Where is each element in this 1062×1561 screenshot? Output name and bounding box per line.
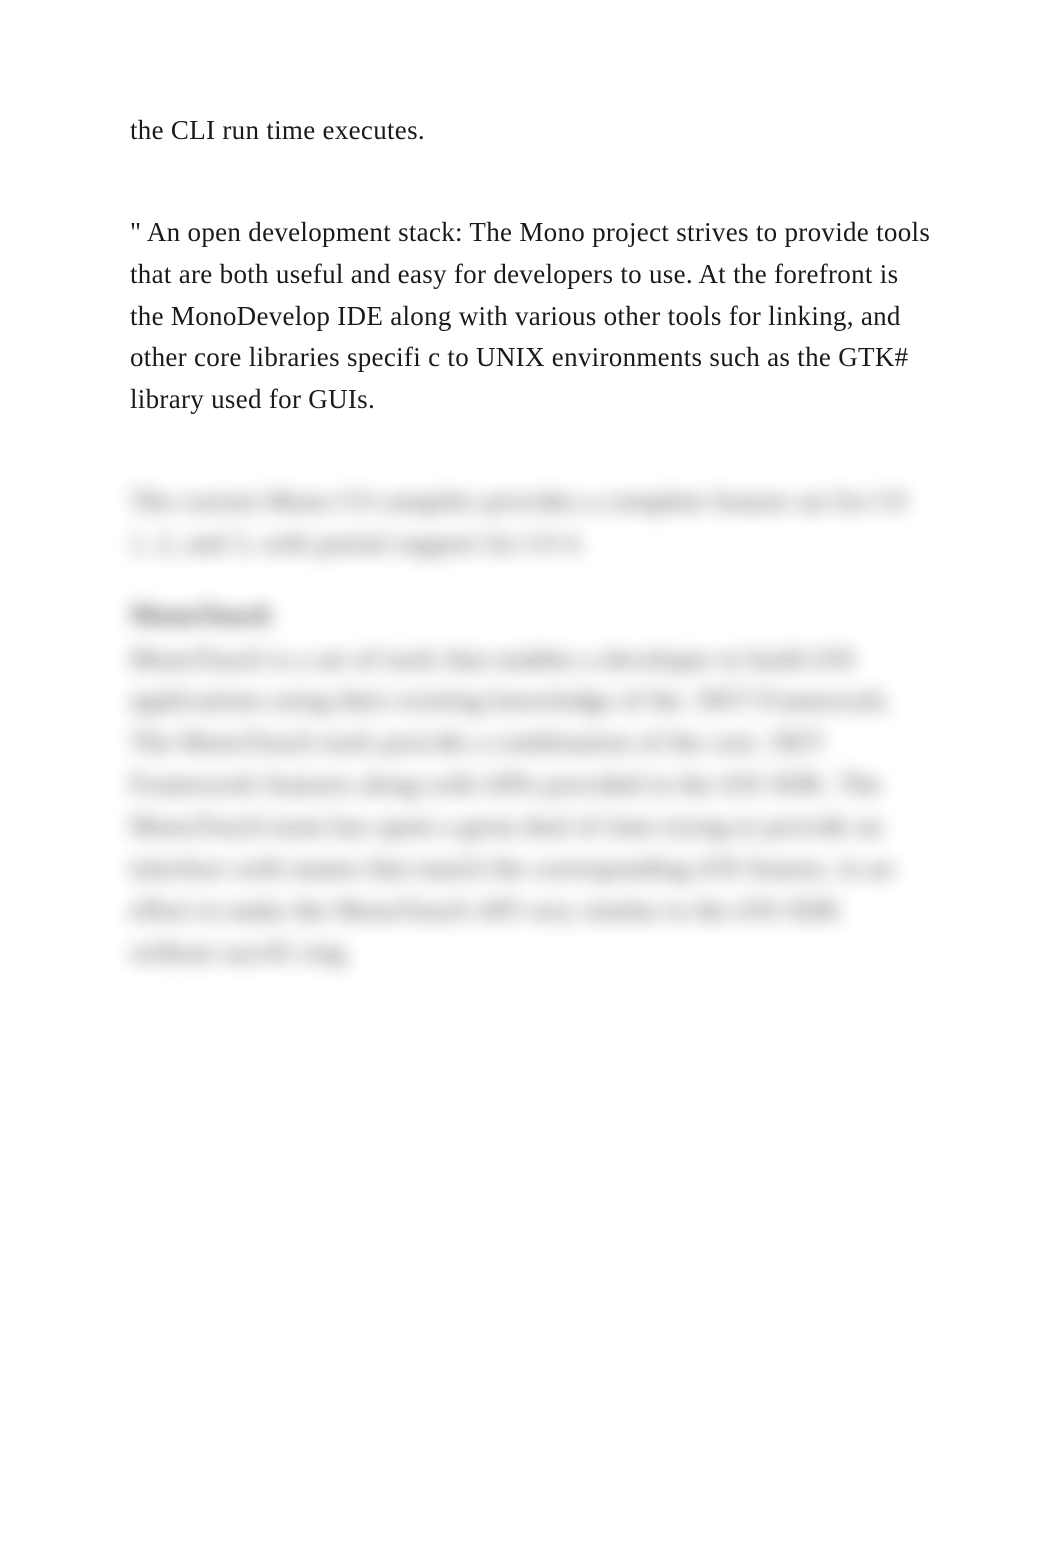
blurred-preview: The current Mono C# compiler provides a … [130, 481, 932, 973]
paragraph-open-dev-stack: " An open development stack: The Mono pr… [130, 212, 932, 421]
document-content: the CLI run time executes. " An open dev… [130, 110, 932, 973]
paragraph-compiler-feature: The current Mono C# compiler provides a … [130, 481, 932, 565]
paragraph-cli-runtime: the CLI run time executes. [130, 110, 932, 152]
paragraph-monotouch-desc: MonoTouch is a set of tools that enables… [130, 639, 932, 974]
heading-monotouch: MonoTouch [130, 595, 932, 637]
